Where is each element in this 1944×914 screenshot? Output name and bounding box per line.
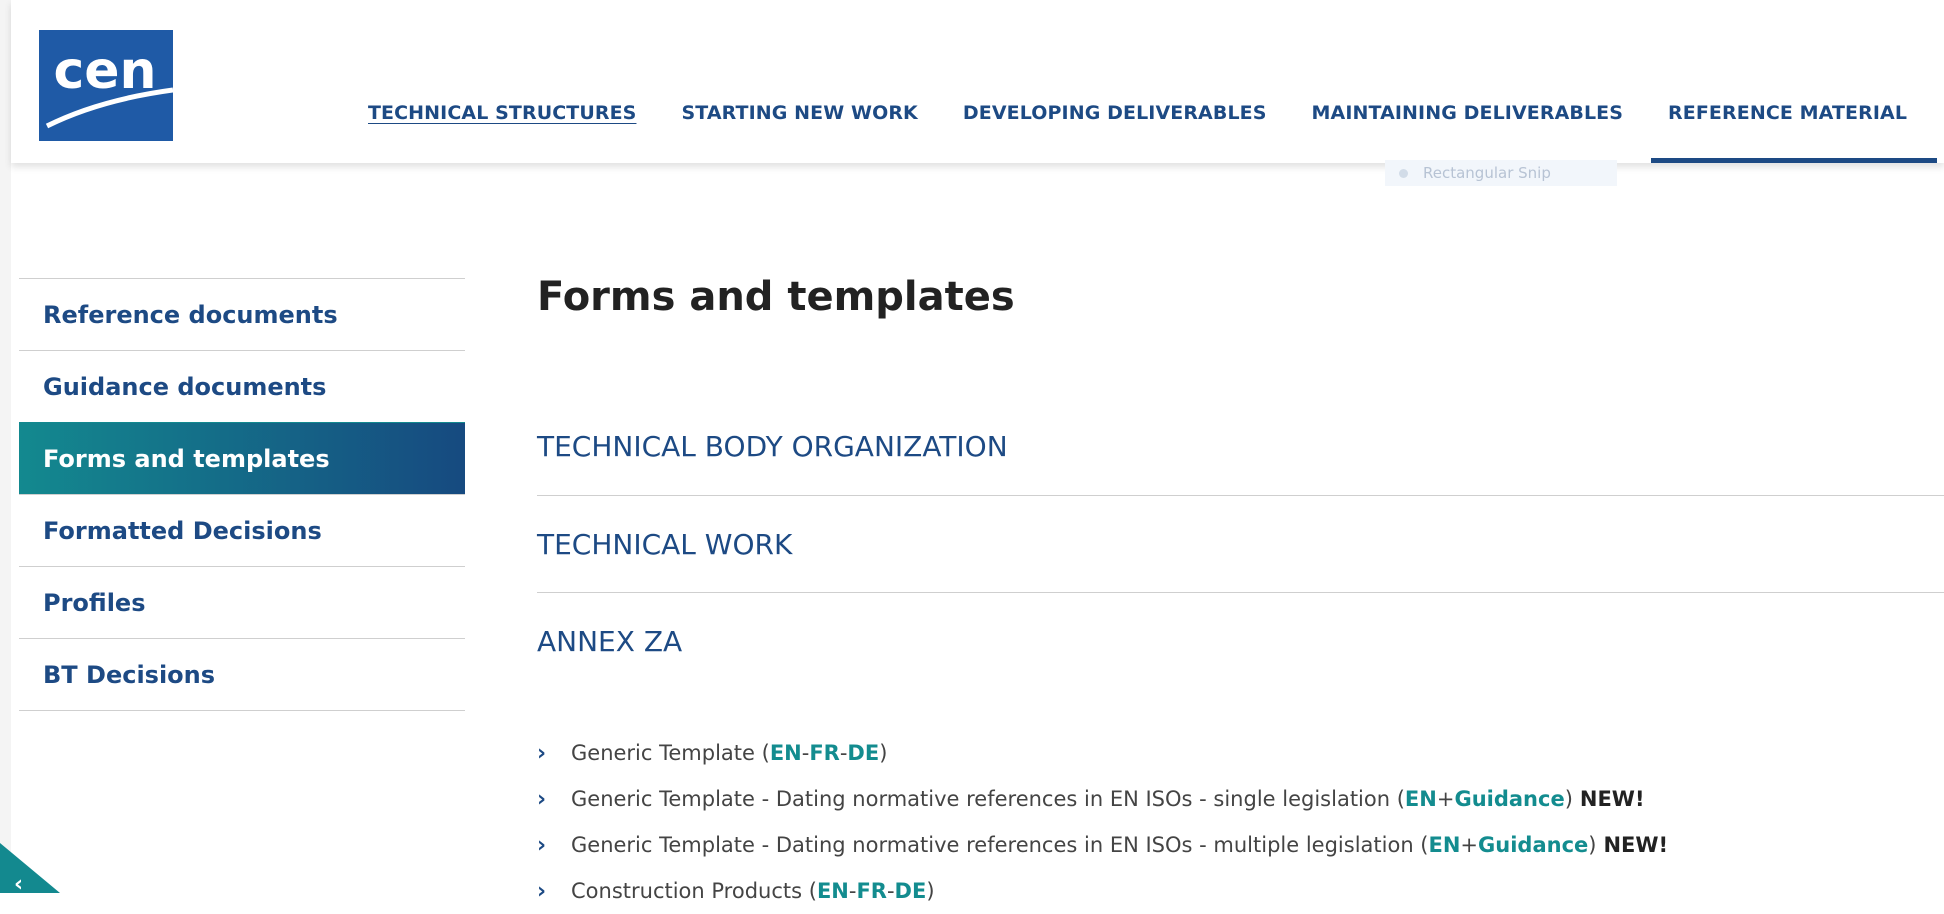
link-separator: + [1460, 833, 1479, 857]
section-divider [537, 592, 1944, 593]
nav-maintaining-deliverables[interactable]: MAINTAINING DELIVERABLES [1312, 102, 1624, 124]
chevron-right-icon: › [537, 832, 547, 858]
doc-close: ) [1588, 833, 1597, 857]
link-guidance[interactable]: Guidance [1478, 833, 1588, 857]
doc-text: Generic Template - Dating normative refe… [571, 787, 1405, 811]
link-fr[interactable]: FR [856, 879, 887, 903]
list-item: › Generic Template - Dating normative re… [537, 822, 1944, 868]
left-edge [0, 0, 11, 893]
nav-technical-structures[interactable]: TECHNICAL STRUCTURES [368, 102, 636, 124]
logo-text: cen [53, 41, 156, 101]
section-technical-body-organization[interactable]: TECHNICAL BODY ORGANIZATION [537, 430, 1944, 463]
cen-logo[interactable]: cen [39, 30, 173, 141]
page-title: Forms and templates [537, 274, 1015, 320]
link-guidance[interactable]: Guidance [1454, 787, 1564, 811]
sidebar-item-formatted-decisions[interactable]: Formatted Decisions [19, 494, 465, 566]
nav-reference-material[interactable]: REFERENCE MATERIAL [1668, 102, 1907, 124]
link-fr[interactable]: FR [809, 741, 840, 765]
link-en[interactable]: EN [817, 879, 849, 903]
link-separator: - [848, 879, 857, 903]
main-nav: TECHNICAL STRUCTURES STARTING NEW WORK D… [368, 102, 1944, 124]
doc-close: ) [879, 741, 888, 765]
sidebar-item-profiles[interactable]: Profiles [19, 566, 465, 638]
link-separator: - [886, 879, 895, 903]
doc-text: Construction Products ( [571, 879, 817, 903]
sidebar-item-bt-decisions[interactable]: BT Decisions [19, 638, 465, 710]
sidebar-menu: Reference documents Guidance documents F… [19, 278, 465, 711]
link-separator: + [1436, 787, 1455, 811]
document-list: › Generic Template ( EN - FR - DE ) › Ge… [537, 730, 1944, 914]
nav-developing-deliverables[interactable]: DEVELOPING DELIVERABLES [963, 102, 1267, 124]
nav-starting-new-work[interactable]: STARTING NEW WORK [681, 102, 917, 124]
sidebar-item-forms-and-templates[interactable]: Forms and templates [19, 422, 465, 494]
list-item: › Generic Template - Dating normative re… [537, 776, 1944, 822]
link-de[interactable]: DE [847, 741, 879, 765]
doc-text: Generic Template - Dating normative refe… [571, 833, 1429, 857]
feedback-corner[interactable] [0, 843, 60, 893]
chevron-right-icon: › [537, 786, 547, 812]
snip-dot-icon [1399, 169, 1408, 178]
new-badge: NEW! [1579, 787, 1645, 811]
doc-text: Generic Template ( [571, 741, 770, 765]
list-item: › Generic Template ( EN - FR - DE ) [537, 730, 1944, 776]
sidebar-item-guidance-documents[interactable]: Guidance documents [19, 350, 465, 422]
link-de[interactable]: DE [895, 879, 927, 903]
list-item: › Construction Products ( EN - FR - DE ) [537, 868, 1944, 914]
site-header: cen TECHNICAL STRUCTURES STARTING NEW WO… [11, 0, 1944, 163]
section-annex-za[interactable]: ANNEX ZA [537, 625, 1944, 658]
nav-active-indicator [1651, 158, 1937, 163]
chevron-left-icon[interactable]: ‹ [14, 872, 23, 897]
chevron-right-icon: › [537, 740, 547, 766]
snip-label: Rectangular Snip [1423, 164, 1551, 182]
snip-tooltip: Rectangular Snip [1385, 160, 1617, 186]
new-badge: NEW! [1603, 833, 1669, 857]
link-en[interactable]: EN [1429, 833, 1461, 857]
link-separator: - [801, 741, 810, 765]
chevron-right-icon: › [537, 878, 547, 904]
section-divider [537, 495, 1944, 496]
sidebar-item-reference-documents[interactable]: Reference documents [19, 278, 465, 350]
doc-close: ) [926, 879, 935, 903]
link-en[interactable]: EN [1405, 787, 1437, 811]
sidebar-bottom-divider [19, 710, 465, 711]
link-en[interactable]: EN [770, 741, 802, 765]
section-technical-work[interactable]: TECHNICAL WORK [537, 528, 1944, 561]
doc-close: ) [1564, 787, 1573, 811]
link-separator: - [839, 741, 848, 765]
